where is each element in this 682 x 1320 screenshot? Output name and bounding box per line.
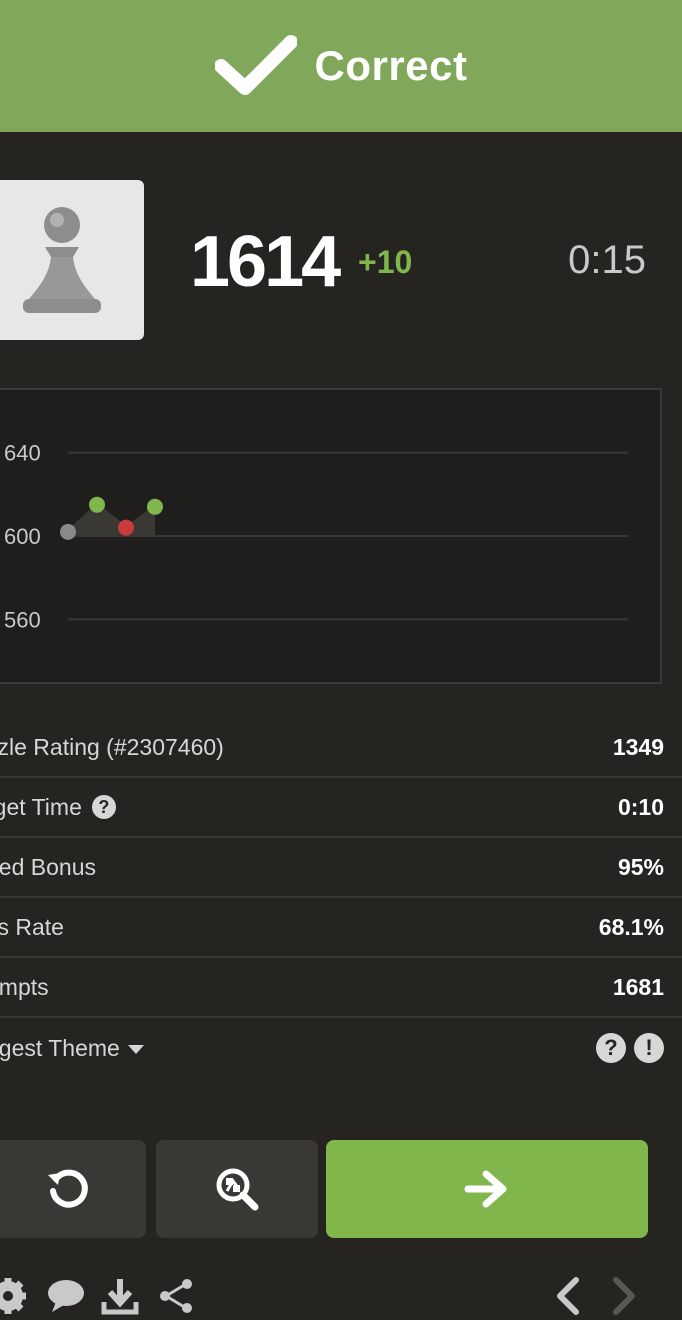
stat-row-pass-rate: ss Rate 68.1% bbox=[0, 898, 682, 958]
y-tick-label: 600 bbox=[4, 524, 41, 549]
stat-label: eed Bonus bbox=[0, 853, 96, 880]
download-icon[interactable] bbox=[100, 1276, 140, 1316]
stat-label: ss Rate bbox=[0, 913, 64, 940]
arrow-right-icon bbox=[464, 1170, 507, 1208]
puzzle-stats: zzle Rating (#2307460) 1349 rget Time ? … bbox=[0, 718, 682, 1078]
analysis-button[interactable] bbox=[156, 1140, 318, 1238]
chevron-left-icon[interactable] bbox=[552, 1276, 586, 1316]
banner-label: Correct bbox=[314, 42, 468, 89]
stat-row-suggest-theme: ggest Theme ? ! bbox=[0, 1018, 682, 1078]
next-puzzle-button[interactable] bbox=[326, 1140, 648, 1238]
retry-icon bbox=[48, 1169, 88, 1208]
stat-value: 68.1% bbox=[598, 913, 664, 940]
rating-change: +10 bbox=[358, 244, 413, 280]
puzzle-timer: 0:15 bbox=[568, 238, 646, 282]
retry-button[interactable] bbox=[0, 1140, 146, 1238]
stat-row-attempts: empts 1681 bbox=[0, 958, 682, 1018]
report-icon[interactable]: ! bbox=[634, 1033, 664, 1063]
stat-label: ggest Theme bbox=[0, 1034, 120, 1061]
rating-point[interactable] bbox=[118, 519, 134, 536]
stat-row-puzzle-rating: zzle Rating (#2307460) 1349 bbox=[0, 718, 682, 778]
rating-chart: 640 600 560 bbox=[0, 388, 662, 684]
correct-banner: Correct bbox=[0, 0, 682, 132]
theme-actions: ? ! bbox=[596, 1033, 664, 1063]
rating-point[interactable] bbox=[89, 496, 105, 513]
stat-value: 0:10 bbox=[617, 793, 664, 820]
stat-label: rget Time bbox=[0, 793, 82, 820]
share-icon[interactable] bbox=[156, 1276, 196, 1316]
stat-row-speed-bonus: eed Bonus 95% bbox=[0, 838, 682, 898]
stat-row-target-time: rget Time ? 0:10 bbox=[0, 778, 682, 838]
chat-icon[interactable] bbox=[46, 1276, 86, 1316]
y-tick-label: 640 bbox=[4, 441, 41, 466]
check-icon bbox=[214, 35, 297, 95]
stat-label-wrap: rget Time ? bbox=[0, 794, 116, 821]
rating-chart-plot: 640 600 560 bbox=[4, 441, 628, 632]
stat-label: zzle Rating (#2307460) bbox=[0, 733, 224, 760]
analysis-icon bbox=[216, 1168, 259, 1211]
stat-value: 95% bbox=[617, 853, 664, 880]
puzzle-avatar bbox=[0, 180, 144, 340]
puzzle-rating: 1614 bbox=[190, 222, 341, 302]
gear-icon[interactable] bbox=[0, 1276, 28, 1316]
rating-point[interactable] bbox=[60, 523, 76, 540]
caret-down-icon bbox=[127, 1044, 144, 1054]
stat-value: 1349 bbox=[612, 733, 664, 760]
chevron-right-icon[interactable] bbox=[606, 1276, 640, 1316]
stat-value: 1681 bbox=[612, 973, 664, 1000]
stat-label: empts bbox=[0, 973, 49, 1000]
help-icon[interactable]: ? bbox=[91, 795, 116, 819]
help-icon[interactable]: ? bbox=[596, 1033, 626, 1063]
rating-point[interactable] bbox=[147, 498, 163, 515]
y-tick-label: 560 bbox=[4, 607, 41, 632]
suggest-theme-dropdown[interactable]: ggest Theme bbox=[0, 1035, 144, 1062]
pawn-icon bbox=[23, 207, 101, 313]
